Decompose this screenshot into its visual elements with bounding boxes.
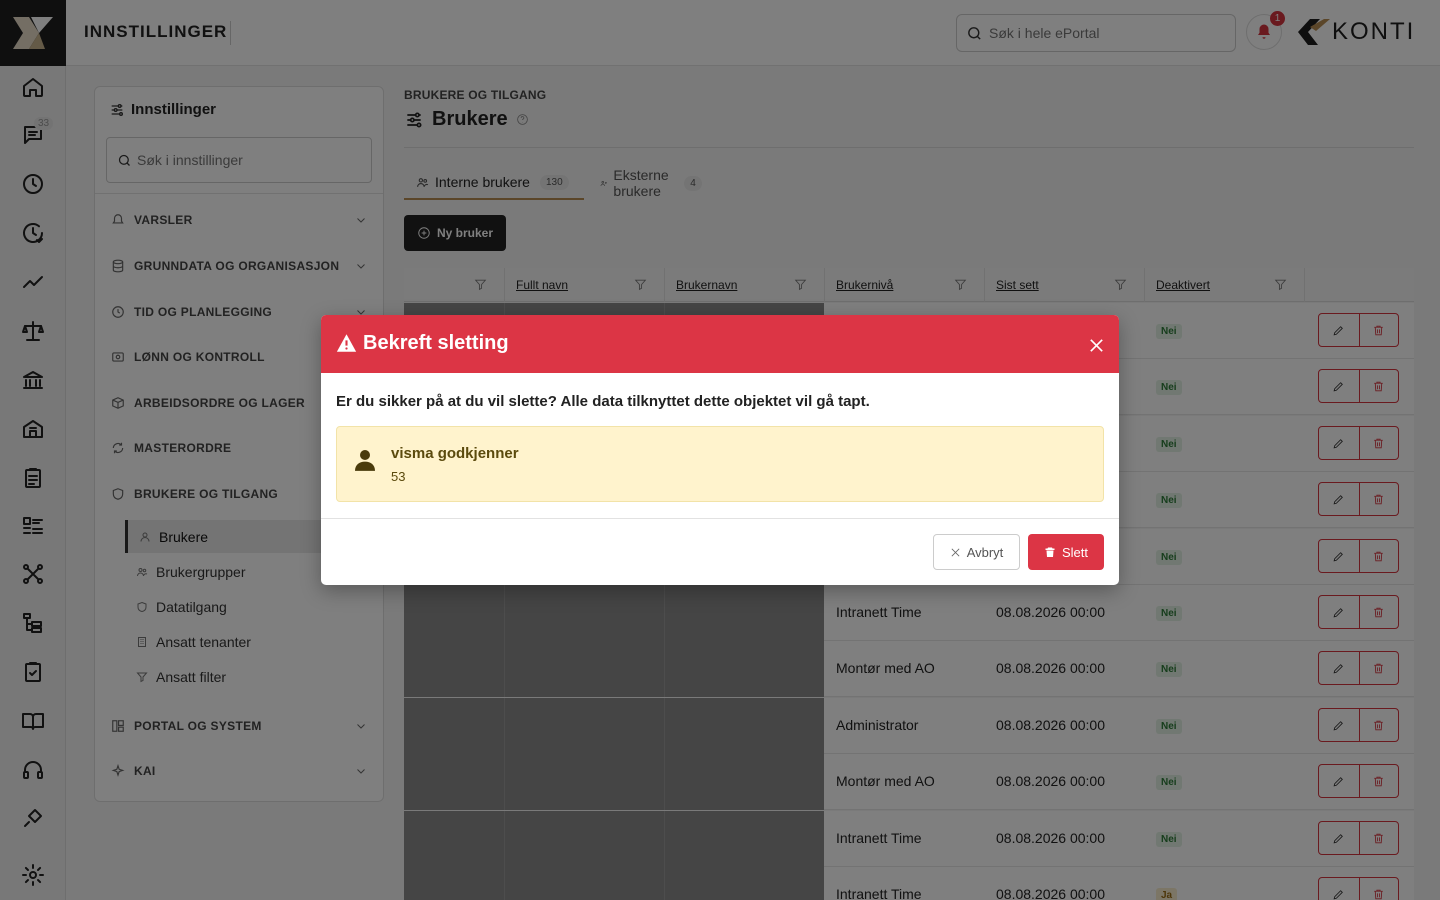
close-icon [951,548,960,556]
dialog-header: Bekreft sletting [321,315,1119,373]
close-button[interactable] [1085,334,1107,356]
divider [321,518,1119,519]
confirm-delete-dialog: Bekreft sletting Er du sikker på at du v… [321,315,1119,585]
cancel-button[interactable]: Avbryt [933,534,1020,570]
item-to-delete-card: visma godkjenner 53 [336,426,1104,502]
trash-icon [1045,547,1055,557]
close-icon [1089,338,1103,352]
dialog-title: Bekreft sletting [363,332,509,354]
item-name: visma godkjenner [391,445,519,462]
user-icon [355,450,375,471]
warning-icon [336,334,357,352]
delete-button[interactable]: Slett [1028,534,1104,570]
item-id: 53 [391,469,406,484]
dialog-question: Er du sikker på at du vil slette? Alle d… [336,393,870,410]
